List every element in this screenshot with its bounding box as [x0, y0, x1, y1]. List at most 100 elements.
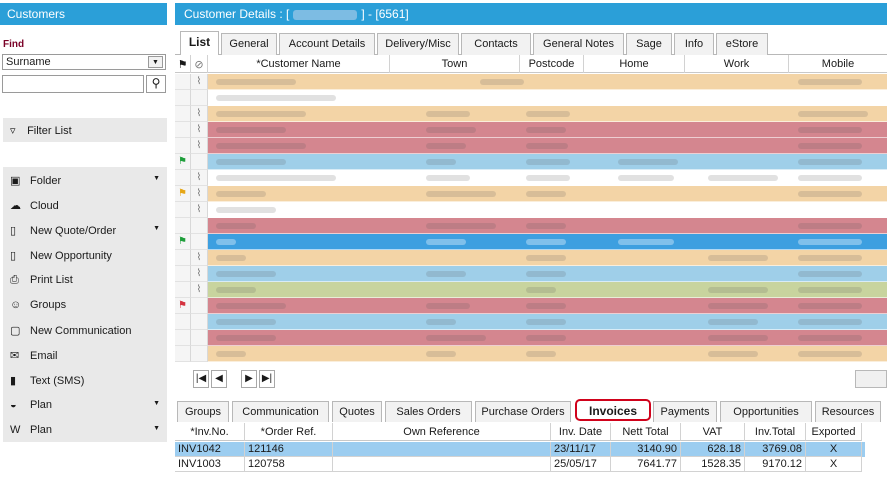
chevron-down-icon[interactable]: ▼	[153, 225, 160, 232]
invoice-column-order-ref[interactable]: *Order Ref.	[245, 423, 333, 441]
sidebar-item-text-sms[interactable]: ▮ Text (SMS)	[3, 367, 167, 392]
table-row[interactable]	[175, 218, 887, 234]
column-header-mobile[interactable]: Mobile	[789, 55, 887, 73]
invoice-column-inv-date[interactable]: Inv. Date	[551, 423, 611, 441]
flag-icon[interactable]: ⚑	[175, 186, 191, 202]
flag-icon[interactable]: ⚑	[175, 234, 191, 250]
clip-cell	[191, 154, 208, 170]
table-row[interactable]	[175, 346, 887, 362]
invoice-row[interactable]: INV1042 121146 23/11/17 3140.90 628.18 3769.0…	[175, 442, 865, 457]
invoice-cell-nett: 7641.77	[611, 457, 681, 472]
table-row[interactable]: ⌇	[175, 74, 887, 90]
tab-list[interactable]: List	[180, 31, 219, 56]
table-row[interactable]: ⚑	[175, 234, 887, 250]
redacted-text	[708, 319, 758, 325]
table-row[interactable]: ⌇	[175, 170, 887, 186]
paperclip-icon: ⌇	[191, 170, 208, 186]
column-header-postcode[interactable]: Postcode	[520, 55, 584, 73]
tab-opportunities[interactable]: Opportunities	[720, 401, 812, 422]
invoice-cell-nett: 3140.90	[611, 442, 681, 457]
redacted-text	[426, 111, 470, 117]
tab-payments[interactable]: Payments	[653, 401, 717, 422]
table-row[interactable]: ⚑ ⌇	[175, 186, 887, 202]
table-row[interactable]: ⌇	[175, 282, 887, 298]
table-row[interactable]: ⌇	[175, 250, 887, 266]
redacted-text	[526, 143, 568, 149]
tab-estore[interactable]: eStore	[716, 33, 768, 55]
last-page-icon[interactable]: ▶|	[259, 370, 275, 388]
paperclip-icon[interactable]: ⊘	[191, 55, 208, 73]
chevron-down-icon[interactable]: ▼	[153, 400, 160, 407]
table-row[interactable]: ⚑	[175, 154, 887, 170]
flag-icon[interactable]: ⚑	[175, 154, 191, 170]
invoice-cell-own-ref	[333, 457, 551, 472]
search-input[interactable]	[2, 75, 144, 93]
sidebar-item-plan[interactable]: ◒ Plan ▼	[3, 392, 167, 417]
table-row[interactable]	[175, 330, 887, 346]
invoice-row[interactable]: INV1003 120758 25/05/17 7641.77 1528.35 9170.…	[175, 457, 865, 472]
tab-info[interactable]: Info	[674, 33, 714, 55]
invoice-column-exported[interactable]: Exported	[806, 423, 862, 441]
redacted-text	[526, 271, 566, 277]
flag-icon[interactable]: ⚑	[175, 298, 191, 314]
flag-icon[interactable]: ⚑	[175, 55, 191, 73]
sidebar-item-new-quote-order[interactable]: ▯ New Quote/Order ▼	[3, 217, 167, 242]
tab-quotes[interactable]: Quotes	[332, 401, 382, 422]
sidebar-item-new-communication[interactable]: ▢ New Communication	[3, 317, 167, 342]
table-row[interactable]	[175, 90, 887, 106]
redacted-text	[216, 271, 276, 277]
tab-resources[interactable]: Resources	[815, 401, 881, 422]
sidebar-item-folder[interactable]: ▣ Folder ▼	[3, 167, 167, 192]
column-header-work[interactable]: Work	[685, 55, 789, 73]
table-row[interactable]: ⚑	[175, 298, 887, 314]
table-row[interactable]: ⌇	[175, 266, 887, 282]
sidebar-item-groups[interactable]: ☺ Groups	[3, 292, 167, 317]
customer-grid-header: ⚑ ⊘ *Customer Name Town Postcode Home Work Mo…	[175, 55, 887, 73]
table-row[interactable]: ⌇	[175, 138, 887, 154]
sidebar-item-plan-2[interactable]: W Plan ▼	[3, 417, 167, 442]
prev-page-icon[interactable]: ◀	[211, 370, 227, 388]
table-row[interactable]: ⌇	[175, 122, 887, 138]
invoice-cell-vat: 1528.35	[681, 457, 745, 472]
sidebar-item-cloud[interactable]: ☁ Cloud	[3, 192, 167, 217]
chevron-down-icon[interactable]: ▼	[153, 175, 160, 182]
table-row[interactable]	[175, 314, 887, 330]
first-page-icon[interactable]: |◀	[193, 370, 209, 388]
find-field-select[interactable]: Surname ▼	[2, 54, 166, 70]
next-page-icon[interactable]: ▶	[241, 370, 257, 388]
column-header-home[interactable]: Home	[584, 55, 685, 73]
column-header-customer-name[interactable]: *Customer Name	[208, 55, 390, 73]
invoice-column-inv-no[interactable]: *Inv.No.	[175, 423, 245, 441]
tab-purchase-orders[interactable]: Purchase Orders	[475, 401, 571, 422]
tab-delivery-misc[interactable]: Delivery/Misc	[377, 33, 459, 55]
chevron-down-icon[interactable]: ▼	[153, 425, 160, 432]
tab-general[interactable]: General	[221, 33, 277, 55]
sidebar-item-print-list[interactable]: ⎙ Print List	[3, 267, 167, 292]
sidebar-item-label: New Opportunity	[30, 250, 112, 262]
filter-list-button[interactable]: ▿ Filter List	[3, 118, 167, 142]
sidebar-item-email[interactable]: ✉ Email	[3, 342, 167, 367]
chevron-down-icon[interactable]: ▼	[148, 56, 163, 68]
tab-invoices[interactable]: Invoices	[575, 399, 651, 421]
tab-sage[interactable]: Sage	[626, 33, 672, 55]
invoice-column-vat[interactable]: VAT	[681, 423, 745, 441]
column-header-town[interactable]: Town	[390, 55, 520, 73]
tab-account-details[interactable]: Account Details	[279, 33, 375, 55]
tab-general-notes[interactable]: General Notes	[533, 33, 624, 55]
sidebar-item-new-opportunity[interactable]: ▯ New Opportunity	[3, 242, 167, 267]
search-icon[interactable]: ⚲	[146, 75, 166, 93]
invoice-column-inv-total[interactable]: Inv.Total	[745, 423, 806, 441]
tab-groups[interactable]: Groups	[177, 401, 229, 422]
redacted-text	[526, 159, 570, 165]
table-row[interactable]: ⌇	[175, 106, 887, 122]
tab-contacts[interactable]: Contacts	[461, 33, 531, 55]
table-row[interactable]: ⌇	[175, 202, 887, 218]
tab-sales-orders[interactable]: Sales Orders	[385, 401, 472, 422]
flag-cell	[175, 330, 191, 346]
invoice-column-nett-total[interactable]: Nett Total	[611, 423, 681, 441]
invoice-column-own-reference[interactable]: Own Reference	[333, 423, 551, 441]
tab-communication[interactable]: Communication	[232, 401, 329, 422]
redacted-text	[526, 175, 570, 181]
redacted-text	[526, 239, 566, 245]
horizontal-scrollbar[interactable]	[855, 370, 887, 388]
